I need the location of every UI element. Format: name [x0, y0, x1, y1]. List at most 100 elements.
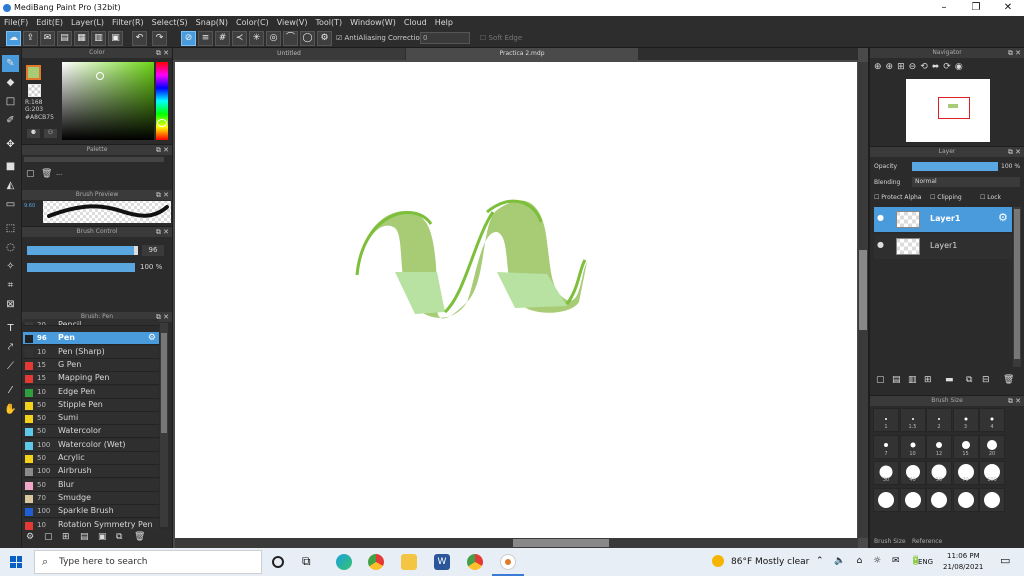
brush-size-cell[interactable]: 12 [926, 434, 952, 459]
upload-icon[interactable]: ⇪ [23, 31, 38, 46]
brush-folder-icon[interactable]: ▣ [98, 532, 107, 542]
chat-icon[interactable]: ✉ [40, 31, 55, 46]
brush-size-cell[interactable] [952, 487, 979, 512]
brush-size-cell[interactable] [926, 487, 952, 512]
comic-icon[interactable]: ▦ [74, 31, 89, 46]
flip-icon[interactable]: ⬌ [932, 62, 944, 72]
transparent-color-swatch[interactable] [28, 84, 41, 97]
snap-off-icon[interactable]: ⊘ [181, 31, 196, 46]
lock-checkbox[interactable]: ☐ Lock [980, 194, 1001, 201]
brush-item[interactable]: 96 Pen ⚙ [23, 332, 159, 346]
new-8bit-layer-icon[interactable]: ▥ [908, 375, 917, 385]
zoom-out-icon[interactable]: ⊖ [909, 62, 921, 72]
brush-item[interactable]: 15 G Pen [23, 358, 159, 372]
menu-help[interactable]: Help [431, 16, 457, 29]
hue-handle[interactable] [157, 119, 167, 127]
weather-icon[interactable] [712, 555, 724, 567]
file-explorer-icon[interactable] [401, 554, 417, 570]
magic-wand-icon[interactable]: ✧ [2, 258, 19, 275]
duplicate-layer-icon[interactable]: ⧉ [966, 375, 972, 385]
taskbar-search-input[interactable]: ⌕ Type here to search [34, 550, 262, 574]
brush-size-cell[interactable]: 1 [873, 408, 899, 432]
edge-icon[interactable] [336, 554, 352, 570]
zoom-in-icon[interactable]: ⊕ [874, 62, 886, 72]
add-brush-icon[interactable]: ⊞ [62, 532, 70, 542]
merge-layer-icon[interactable]: ⊟ [982, 375, 990, 385]
drawing-canvas[interactable] [175, 62, 857, 538]
brush-size-cell[interactable]: 40 [899, 461, 926, 485]
brush-item[interactable]: 100 Sparkle Brush [23, 505, 159, 519]
menu-color[interactable]: Color(C) [232, 16, 273, 29]
brush-tool-icon[interactable]: ✎ [2, 55, 19, 72]
dot-tool-icon[interactable]: □ [2, 93, 19, 110]
tab-practica[interactable]: Practica 2.mdp [406, 48, 638, 60]
chrome-icon-2[interactable] [467, 554, 483, 570]
gradient-tool-icon[interactable]: ▭ [2, 196, 19, 213]
zoom-in-alt-icon[interactable]: ⊕ [886, 62, 898, 72]
brush-item[interactable]: 50 Watercolor [23, 425, 159, 439]
brush-item[interactable]: 70 Smudge [23, 491, 159, 505]
add-layer-menu-icon[interactable]: ⊞ [924, 375, 932, 385]
brush-settings-gear-icon[interactable]: ⚙ [148, 333, 156, 343]
color-tool-button[interactable]: ⚈ [27, 129, 40, 138]
word-icon[interactable]: W [434, 554, 450, 570]
taskbar-time[interactable]: 11:06 PM [947, 552, 980, 560]
menu-view[interactable]: View(V) [273, 16, 312, 29]
curve-snap-icon[interactable]: ⌒ [283, 31, 298, 46]
cloud-icon[interactable]: ☁ [6, 31, 21, 46]
cortana-icon[interactable] [272, 556, 284, 568]
move-tool-icon[interactable]: ✥ [2, 136, 19, 153]
layer-row-selected[interactable]: ● Layer1 ⚙ [874, 207, 1012, 232]
shape-tool-icon[interactable]: ■ [2, 158, 19, 175]
circle-snap-icon[interactable]: ◎ [266, 31, 281, 46]
brush-size-value[interactable]: 96 [142, 245, 164, 256]
layer-row[interactable]: ● Layer1 [874, 234, 1012, 259]
chrome-icon[interactable] [368, 554, 384, 570]
taskbar-date[interactable]: 21/08/2021 [943, 563, 983, 571]
layer-visibility-icon[interactable]: ● [877, 240, 884, 249]
brush-size-cell[interactable]: 10 [899, 434, 926, 459]
menu-filter[interactable]: Filter(R) [108, 16, 148, 29]
close-button[interactable]: ✕ [992, 0, 1024, 16]
minimize-button[interactable]: – [928, 0, 960, 16]
rotate-left-icon[interactable]: ⟲ [920, 62, 932, 72]
brush-settings-icon[interactable]: ⚙ [26, 532, 34, 542]
brush-size-cell[interactable] [899, 487, 926, 512]
brush-info-icon[interactable]: ▤ [80, 532, 89, 542]
redo-icon[interactable]: ↷ [152, 31, 167, 46]
antialiasing-checkbox[interactable]: ☑ AntiAliasing [336, 34, 386, 42]
input-language[interactable]: ENG [918, 558, 933, 566]
brush-size-cell[interactable] [979, 487, 1005, 512]
brush-size-cell[interactable]: 7 [873, 434, 899, 459]
brush-item[interactable]: 100 Airbrush [23, 465, 159, 479]
brush-size-slider[interactable] [27, 246, 138, 255]
maximize-button[interactable]: ❐ [960, 0, 992, 16]
divide-tool-icon[interactable]: ⟋ [2, 358, 19, 375]
hue-bar[interactable] [156, 62, 168, 140]
notifications-icon[interactable]: ▭ [1000, 554, 1010, 567]
brush-item[interactable]: 10 Edge Pen [23, 385, 159, 399]
ellipse-snap-icon[interactable]: ◯ [300, 31, 315, 46]
navigator-preview[interactable] [906, 79, 990, 142]
brush-size-cell[interactable]: 1.5 [899, 408, 926, 432]
correction-select[interactable]: 0 [420, 32, 470, 44]
layer-settings-icon[interactable]: ⚙ [998, 211, 1008, 224]
brush-item[interactable]: 15 Mapping Pen [23, 372, 159, 386]
menu-layer[interactable]: Layer(L) [67, 16, 108, 29]
menu-edit[interactable]: Edit(E) [32, 16, 67, 29]
tab-untitled[interactable]: Untitled [173, 48, 405, 60]
layer-visibility-icon[interactable]: ● [877, 213, 884, 222]
palette-slider[interactable] [24, 157, 164, 162]
canvas-vertical-scrollbar[interactable] [858, 62, 868, 538]
weather-text[interactable]: 86°F Mostly clear [731, 557, 809, 567]
select-eraser-icon[interactable]: ⊠ [2, 296, 19, 313]
radial-snap-icon[interactable]: ✳ [249, 31, 264, 46]
brush-item[interactable]: 20 Pencil [23, 319, 159, 326]
brush-size-cell[interactable]: 50 [926, 461, 952, 485]
brush-size-cell[interactable]: 15 [952, 434, 979, 459]
brush-size-cell[interactable]: 20 [979, 434, 1005, 459]
parallel-snap-icon[interactable]: ≡ [198, 31, 213, 46]
navigator-viewport[interactable] [938, 97, 970, 119]
grid-icon[interactable]: ▥ [91, 31, 106, 46]
operation-tool-icon[interactable]: ⤤ [2, 339, 19, 356]
